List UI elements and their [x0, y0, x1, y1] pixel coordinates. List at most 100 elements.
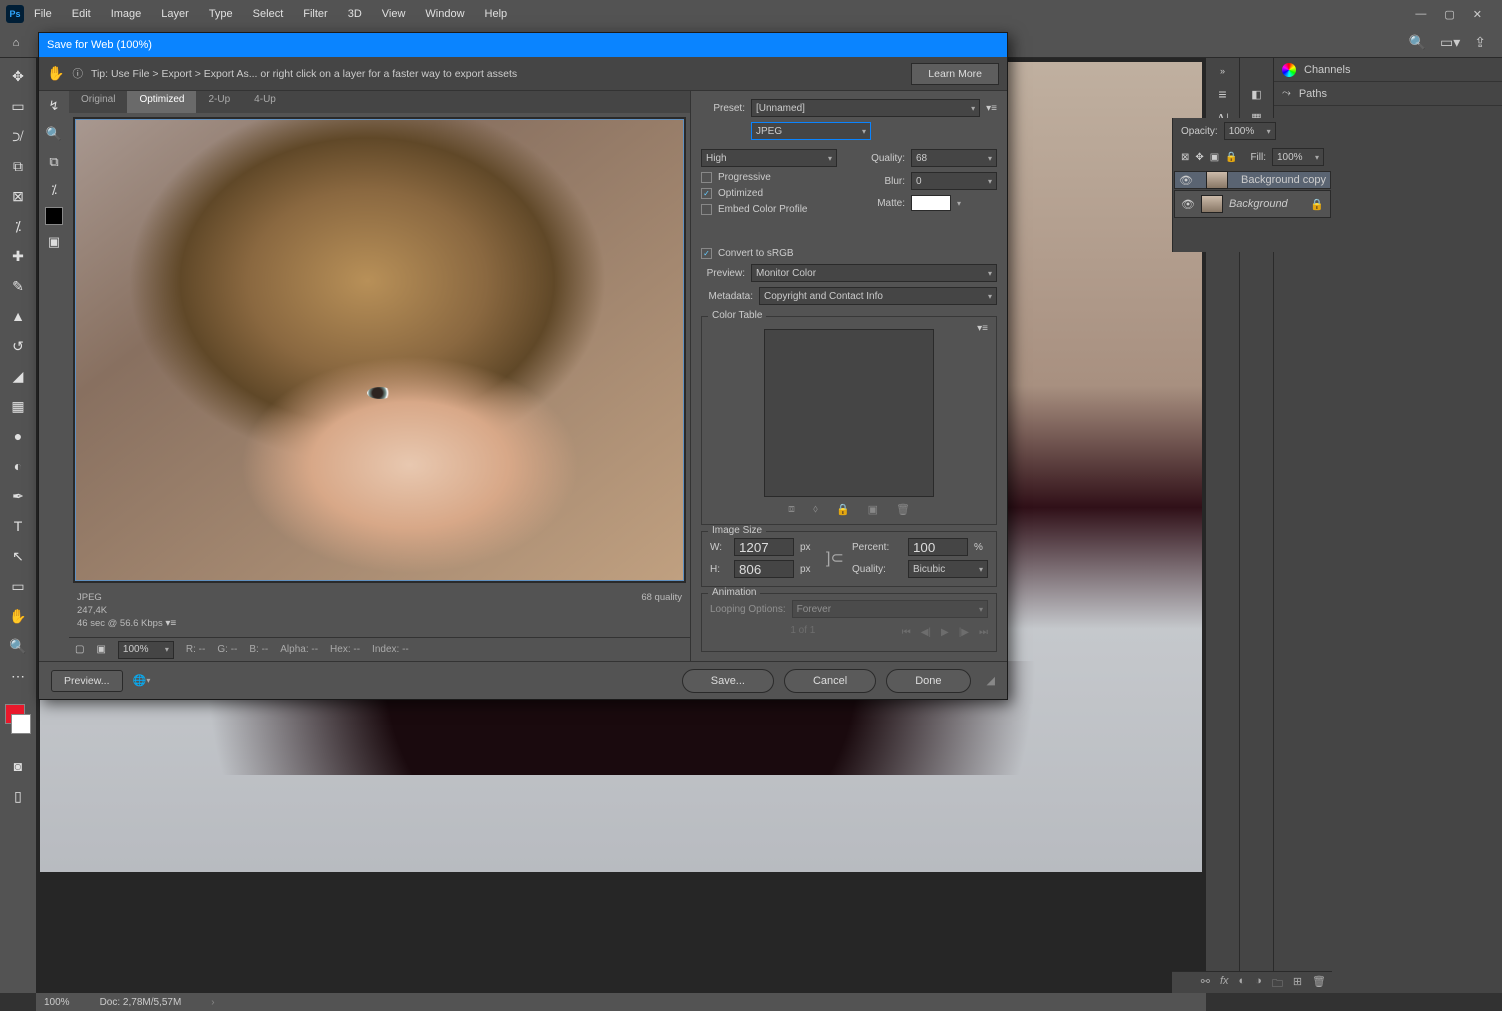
brush-tool-icon[interactable]: ✎: [6, 274, 30, 298]
background-color-swatch[interactable]: [11, 714, 31, 734]
preview-button[interactable]: Preview...: [51, 670, 123, 692]
more-tools-icon[interactable]: ⋯: [6, 664, 30, 688]
zoom-select[interactable]: 100%▾: [118, 641, 174, 659]
frame-tool-icon[interactable]: ⊠: [6, 184, 30, 208]
menu-window[interactable]: Window: [415, 4, 474, 24]
trash-icon[interactable]: 🗑: [1312, 975, 1326, 990]
status-zoom[interactable]: 100%: [44, 997, 70, 1008]
gradient-tool-icon[interactable]: ▦: [6, 394, 30, 418]
width-input[interactable]: [734, 538, 794, 556]
lock-pos-icon[interactable]: ✥: [1195, 152, 1203, 163]
history-panel-icon[interactable]: ≡: [1218, 86, 1226, 102]
menu-help[interactable]: Help: [475, 4, 518, 24]
marquee-tool-icon[interactable]: ▭: [6, 94, 30, 118]
menu-image[interactable]: Image: [101, 4, 152, 24]
move-tool-icon[interactable]: ✥: [6, 64, 30, 88]
ct-delete-icon[interactable]: 🗑: [896, 503, 910, 516]
matte-chevron-icon[interactable]: ▾: [957, 199, 961, 208]
mask-icon[interactable]: ◐: [1239, 975, 1246, 990]
menu-type[interactable]: Type: [199, 4, 243, 24]
dlg-toggle-icon[interactable]: ▣: [43, 231, 65, 253]
matte-swatch[interactable]: [911, 195, 951, 211]
menu-layer[interactable]: Layer: [151, 4, 199, 24]
save-button[interactable]: Save...: [682, 669, 774, 693]
menu-3d[interactable]: 3D: [338, 4, 372, 24]
stamp-tool-icon[interactable]: ▲: [6, 304, 30, 328]
metadata-select[interactable]: Copyright and Contact Info▾: [759, 287, 997, 305]
share-icon[interactable]: ⇪: [1474, 34, 1486, 51]
lock-icon[interactable]: ⊠: [1181, 152, 1189, 163]
opacity-value[interactable]: 100%▾: [1224, 122, 1276, 140]
expand-panels-icon[interactable]: »: [1220, 66, 1225, 76]
link-layers-icon[interactable]: ⚯: [1201, 975, 1210, 990]
dialog-title-bar[interactable]: Save for Web (100%): [39, 33, 1007, 57]
menu-edit[interactable]: Edit: [62, 4, 101, 24]
dlg-slice-icon[interactable]: ⧉: [43, 151, 65, 173]
color-panel-icon[interactable]: ◧: [1251, 88, 1261, 101]
fill-value[interactable]: 100%▾: [1272, 148, 1324, 166]
blur-tool-icon[interactable]: ●: [6, 424, 30, 448]
resample-select[interactable]: Bicubic▾: [908, 560, 988, 578]
path-select-icon[interactable]: ↖: [6, 544, 30, 568]
minimize-icon[interactable]: —: [1415, 8, 1426, 21]
menu-view[interactable]: View: [372, 4, 416, 24]
close-icon[interactable]: ✕: [1473, 8, 1482, 21]
quickmask-icon[interactable]: ◙: [6, 754, 30, 778]
history-brush-icon[interactable]: ↺: [6, 334, 30, 358]
progressive-checkbox[interactable]: [701, 172, 712, 183]
dodge-tool-icon[interactable]: ◐: [6, 454, 30, 478]
visibility-icon[interactable]: 👁: [1181, 198, 1195, 211]
crop-tool-icon[interactable]: ⧉: [6, 154, 30, 178]
tab-optimized[interactable]: Optimized: [127, 91, 196, 113]
dlg-zoom-icon[interactable]: 🔍: [43, 123, 65, 145]
screenmode-icon[interactable]: ▯: [6, 784, 30, 808]
channels-header[interactable]: Channels: [1274, 58, 1502, 82]
fx-icon[interactable]: fx: [1220, 975, 1229, 990]
height-input[interactable]: [734, 560, 794, 578]
maximize-icon[interactable]: ▢: [1444, 8, 1454, 21]
layer-item-bg-copy[interactable]: 👁 Background copy: [1174, 171, 1331, 189]
preview-image-area[interactable]: [73, 117, 686, 583]
slice-show-icon[interactable]: ▣: [96, 644, 105, 655]
rectangle-tool-icon[interactable]: ▭: [6, 574, 30, 598]
eraser-tool-icon[interactable]: ◢: [6, 364, 30, 388]
adjust-layer-icon[interactable]: ◑: [1255, 975, 1262, 990]
format-select[interactable]: JPEG▾: [751, 122, 871, 140]
slice-hide-icon[interactable]: ▢: [75, 644, 84, 655]
ct-snap-icon[interactable]: ⧈: [788, 503, 795, 516]
percent-input[interactable]: [908, 538, 968, 556]
lasso-tool-icon[interactable]: ⟉: [6, 124, 30, 148]
tab-original[interactable]: Original: [69, 91, 127, 113]
preset-menu-icon[interactable]: ▾≡: [986, 103, 997, 114]
search-icon[interactable]: 🔍: [1409, 34, 1426, 51]
preset-select[interactable]: [Unnamed]▾: [751, 99, 980, 117]
lock-all-icon[interactable]: 🔒: [1225, 152, 1237, 163]
learn-more-button[interactable]: Learn More: [911, 63, 999, 85]
menu-file[interactable]: File: [24, 4, 62, 24]
ct-shift-icon[interactable]: ⬨: [813, 503, 818, 516]
workspace-icon[interactable]: ▭▾: [1440, 34, 1460, 51]
type-tool-icon[interactable]: T: [6, 514, 30, 538]
dlg-color-swatch[interactable]: [45, 207, 63, 225]
ct-new-icon[interactable]: ▣: [868, 503, 878, 516]
done-button[interactable]: Done: [886, 669, 970, 693]
color-table-menu-icon[interactable]: ▾≡: [977, 323, 988, 334]
preview-select[interactable]: Monitor Color▾: [751, 264, 997, 282]
home-icon[interactable]: ⌂: [6, 33, 26, 53]
healing-tool-icon[interactable]: ✚: [6, 244, 30, 268]
tab-2up[interactable]: 2-Up: [196, 91, 242, 113]
info-menu-icon[interactable]: ▾≡: [165, 618, 176, 629]
menu-select[interactable]: Select: [243, 4, 294, 24]
visibility-icon[interactable]: 👁: [1179, 174, 1193, 187]
eyedropper-tool-icon[interactable]: ⁒: [6, 214, 30, 238]
optimized-checkbox[interactable]: ✓: [701, 188, 712, 199]
quality-preset-select[interactable]: High▾: [701, 149, 837, 167]
dlg-eyedrop-icon[interactable]: ⁒: [43, 179, 65, 201]
tab-4up[interactable]: 4-Up: [242, 91, 288, 113]
scroll-right-icon[interactable]: ›: [211, 997, 214, 1008]
menu-filter[interactable]: Filter: [293, 4, 337, 24]
hand-tool-icon[interactable]: ✋: [6, 604, 30, 628]
layer-item-bg[interactable]: 👁 Background 🔒: [1174, 190, 1331, 218]
new-layer-icon[interactable]: ⊞: [1293, 975, 1302, 990]
resize-grip-icon[interactable]: ◢: [987, 674, 995, 687]
